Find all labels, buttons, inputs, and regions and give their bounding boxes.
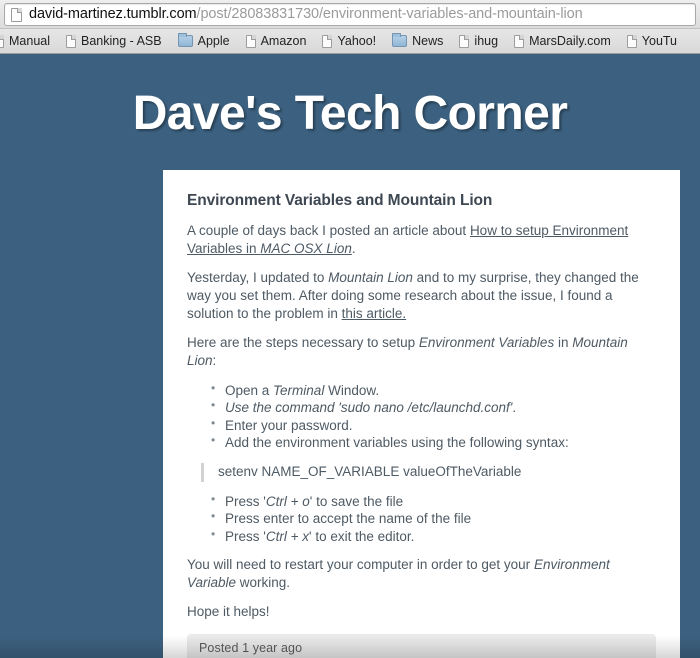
post-body: A couple of days back I posted an articl… — [187, 222, 656, 622]
bookmark-yahoo[interactable]: Yahoo! — [314, 29, 384, 53]
paragraph-steps-intro: Here are the steps necessary to setup En… — [187, 334, 656, 370]
bookmark-label: MarsDaily.com — [529, 34, 611, 48]
text-italic-env-vars: Environment Variables — [418, 335, 555, 351]
post-title: Environment Variables and Mountain Lion — [187, 192, 493, 209]
paragraph-restart: You will need to restart your computer i… — [187, 556, 656, 592]
document-icon — [626, 34, 637, 48]
item-plain2: ' to exit the editor. — [308, 528, 415, 544]
bookmark-label: Banking - ASB — [81, 34, 162, 48]
list-item: Press enter to accept the name of the fi… — [211, 509, 656, 528]
steps-list-second: Press 'Ctrl + o' to save the file Press … — [187, 492, 656, 546]
bookmark-news[interactable]: News — [384, 29, 451, 53]
item-plain1: Add the environment variables using the … — [225, 435, 569, 451]
text-before-link: A couple of days back I posted an articl… — [187, 223, 470, 238]
page-document-icon — [11, 7, 22, 22]
document-icon — [459, 34, 470, 48]
item-plain1: Press ' — [225, 528, 266, 544]
address-bar-row: david-martinez.tumblr.com/post/280838317… — [0, 0, 700, 28]
list-item: Use the command 'sudo nano /etc/launchd.… — [211, 398, 656, 417]
document-icon — [66, 34, 76, 48]
posted-date: Posted 1 year ago — [187, 633, 656, 658]
bookmark-label: Apple — [197, 34, 230, 48]
bookmark-label: YouTu — [641, 34, 678, 48]
bookmark-ihug[interactable]: ihug — [451, 29, 506, 53]
bookmarks-bar[interactable]: Manual Banking - ASB Apple Amazon Yahoo!… — [0, 28, 700, 54]
item-plain1: Open a — [225, 382, 274, 398]
item-plain1: Press ' — [225, 493, 266, 509]
paragraph-yesterday: Yesterday, I updated to Mountain Lion an… — [187, 269, 656, 323]
text-seg2: in — [554, 335, 573, 351]
bookmark-label: Amazon — [260, 34, 307, 48]
browser-chrome: david-martinez.tumblr.com/post/280838317… — [0, 0, 700, 54]
site-title: Dave's Tech Corner — [132, 87, 568, 140]
item-italic: Ctrl + x — [265, 528, 309, 544]
steps-list-first: Open a Terminal Window. Use the command … — [187, 381, 656, 452]
link-this-article[interactable]: this article. — [342, 306, 407, 321]
list-item: Enter your password. — [211, 416, 656, 435]
bookmark-banking-asb[interactable]: Banking - ASB — [58, 29, 170, 53]
document-icon — [322, 34, 333, 48]
item-plain1: Enter your password. — [225, 417, 353, 433]
list-item: Press 'Ctrl + x' to exit the editor. — [211, 527, 656, 546]
bookmark-manual[interactable]: Manual — [0, 29, 58, 53]
url-path: /post/28083831730/environment-variables-… — [196, 6, 583, 23]
item-italic: Ctrl + o — [265, 493, 310, 509]
text-after-link: . — [351, 241, 356, 257]
item-italic: Terminal — [273, 382, 325, 398]
bookmark-label: Manual — [9, 34, 50, 48]
folder-icon — [177, 33, 193, 47]
document-icon — [514, 34, 525, 48]
item-italic: Use the command 'sudo nano /etc/launchd.… — [225, 400, 513, 416]
text-seg1: You will need to restart your computer i… — [187, 557, 534, 573]
url-text: david-martinez.tumblr.com/post/280838317… — [29, 7, 583, 22]
code-blockquote: setenv NAME_OF_VARIABLE valueOfTheVariab… — [201, 462, 656, 482]
bookmark-apple[interactable]: Apple — [170, 29, 238, 53]
item-plain2: Window. — [324, 382, 380, 398]
link-text-italic: MAC OSX Lion — [260, 241, 352, 257]
bookmark-label: News — [412, 34, 444, 48]
page-viewport: Dave's Tech Corner Environment Variables… — [0, 56, 700, 658]
text-seg3: : — [212, 353, 217, 369]
paragraph-intro: A couple of days back I posted an articl… — [187, 222, 656, 258]
list-item: Open a Terminal Window. — [211, 381, 656, 400]
url-domain: david-martinez.tumblr.com — [29, 6, 197, 23]
list-item: Press 'Ctrl + o' to save the file — [211, 492, 656, 511]
bookmark-youtube[interactable]: YouTu — [619, 29, 685, 53]
paragraph-hope-it-helps: Hope it helps! — [187, 604, 270, 620]
bookmark-marsdaily[interactable]: MarsDaily.com — [506, 29, 619, 53]
bookmark-label: Yahoo! — [337, 34, 377, 48]
list-item: Add the environment variables using the … — [211, 433, 656, 452]
bookmark-amazon[interactable]: Amazon — [238, 29, 315, 53]
text-seg1: Here are the steps necessary to setup — [187, 335, 419, 351]
document-icon — [245, 34, 256, 48]
text-seg2: working. — [236, 575, 291, 591]
folder-icon — [392, 33, 408, 47]
bookmark-label: ihug — [474, 34, 499, 48]
post-card: Environment Variables and Mountain Lion … — [163, 170, 680, 658]
item-plain2: ' to save the file — [309, 493, 404, 509]
text-italic-mountain-lion: Mountain Lion — [328, 270, 413, 286]
document-icon — [0, 34, 4, 48]
text-seg1: Yesterday, I updated to — [187, 270, 329, 286]
item-plain2: . — [512, 400, 517, 416]
address-bar[interactable]: david-martinez.tumblr.com/post/280838317… — [4, 3, 696, 26]
item-plain1: Press enter to accept the name of the fi… — [225, 511, 472, 527]
